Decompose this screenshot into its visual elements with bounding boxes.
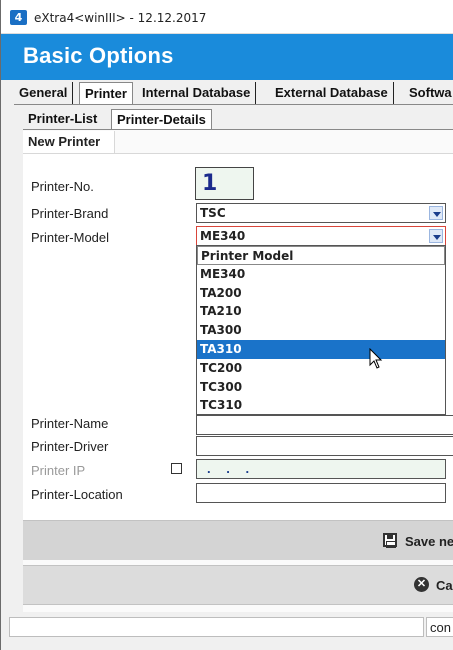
tab-general[interactable]: General [14,82,74,104]
printer-ip-field[interactable]: . . . [196,459,446,479]
printer-name-label: Printer-Name [31,416,109,431]
title-bar: 4 eXtra4<winIII> - 12.12.2017 [1,0,453,34]
tab-printer-details[interactable]: Printer-Details [111,109,212,130]
printer-location-field[interactable] [196,483,446,503]
dropdown-option[interactable]: TA200 [197,284,445,303]
printer-no-label: Printer-No. [31,179,94,194]
save-icon [383,533,397,548]
tab-new-printer[interactable]: New Printer [23,131,115,153]
dropdown-option-selected[interactable]: TA310 [197,340,445,359]
tab-internal-database[interactable]: Internal Database [137,82,257,104]
window-title: eXtra4<winIII> - 12.12.2017 [34,11,207,25]
dropdown-option[interactable]: TC300 [197,378,445,397]
cancel-button[interactable]: Ca [436,578,453,593]
dropdown-option[interactable]: TA300 [197,321,445,340]
app-window: 4 eXtra4<winIII> - 12.12.2017 Basic Opti… [0,0,453,650]
save-button[interactable]: Save nev [405,534,453,549]
close-icon: ✕ [414,577,429,592]
tab-printer[interactable]: Printer [79,82,133,104]
printer-model-label: Printer-Model [31,230,110,245]
mouse-cursor-icon [369,348,383,369]
printer-model-value: ME340 [200,229,246,243]
dropdown-option[interactable]: TC200 [197,359,445,378]
printer-location-label: Printer-Location [31,487,123,502]
printer-ip-label: Printer IP [31,463,86,478]
printer-no-field[interactable]: 1 [195,167,254,200]
printer-driver-label: Printer-Driver [31,439,109,454]
tab-software[interactable]: Softwa [404,82,453,104]
printer-brand-label: Printer-Brand [31,206,109,221]
app-logo-icon: 4 [10,10,27,25]
printer-brand-select[interactable]: TSC [196,203,446,223]
printer-brand-value: TSC [200,206,226,220]
dropdown-header: Printer Model [197,246,445,265]
printer-driver-field[interactable] [196,436,453,456]
printer-model-dropdown: Printer Model ME340 TA200 TA210 TA300 TA… [196,245,446,415]
printer-ip-checkbox[interactable] [171,463,182,474]
status-field-left [9,617,424,637]
tab-printer-list[interactable]: Printer-List [23,109,102,130]
dropdown-option[interactable]: TC310 [197,396,445,415]
main-tabs-divider [14,104,453,105]
chevron-down-icon[interactable] [429,206,443,220]
dropdown-option[interactable]: ME340 [197,265,445,284]
chevron-down-icon[interactable] [429,229,443,243]
status-field-right: con [426,617,453,637]
tab-external-database[interactable]: External Database [270,82,394,104]
printer-ip-value: . . . [207,461,256,476]
header-band: Basic Options [1,34,453,80]
main-tabs: General Printer Internal Database Extern… [14,82,453,104]
page-title: Basic Options [23,43,174,68]
printer-name-field[interactable] [196,415,453,435]
dropdown-option[interactable]: TA210 [197,302,445,321]
printer-model-select[interactable]: ME340 [196,226,446,246]
cancel-button-bar[interactable] [23,565,453,605]
